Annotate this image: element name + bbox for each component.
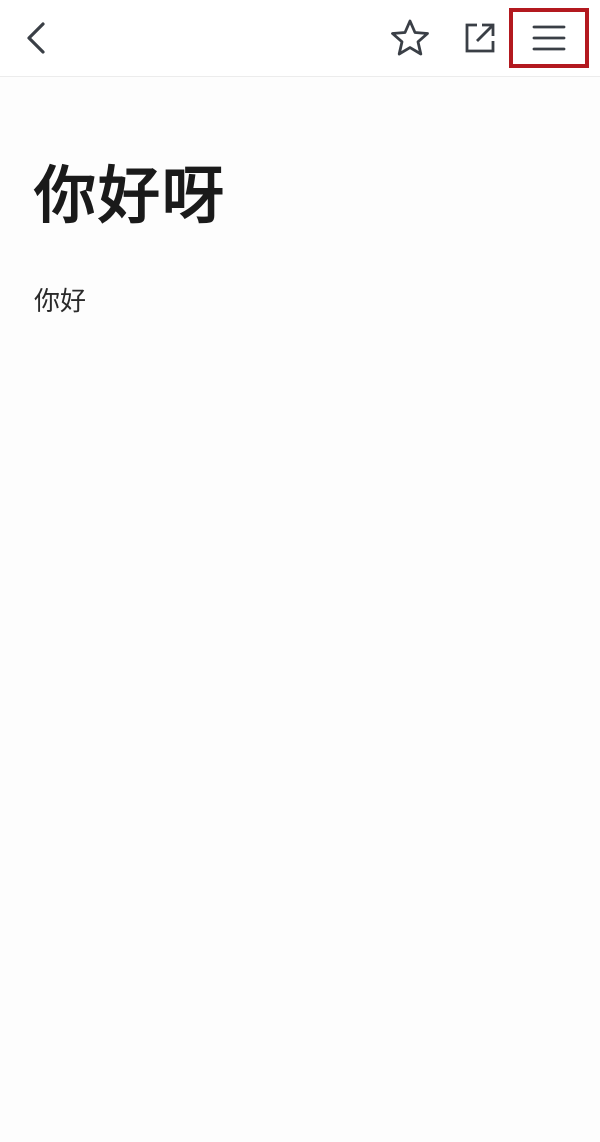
note-content: 你好呀 你好 — [34, 150, 574, 322]
star-outline-icon — [391, 19, 429, 56]
favorite-button[interactable] — [386, 14, 434, 62]
note-body-text: 你好 — [34, 287, 87, 317]
top-toolbar — [0, 0, 600, 77]
hamburger-menu-icon — [532, 25, 566, 51]
chevron-left-icon — [27, 22, 45, 54]
external-link-icon — [465, 23, 495, 53]
note-title: 你好呀 — [34, 159, 227, 232]
note-view-screen: 你好呀 你好 — [0, 0, 600, 1142]
open-external-button[interactable] — [456, 14, 504, 62]
back-button[interactable] — [14, 14, 60, 62]
more-menu-button[interactable] — [509, 8, 589, 68]
